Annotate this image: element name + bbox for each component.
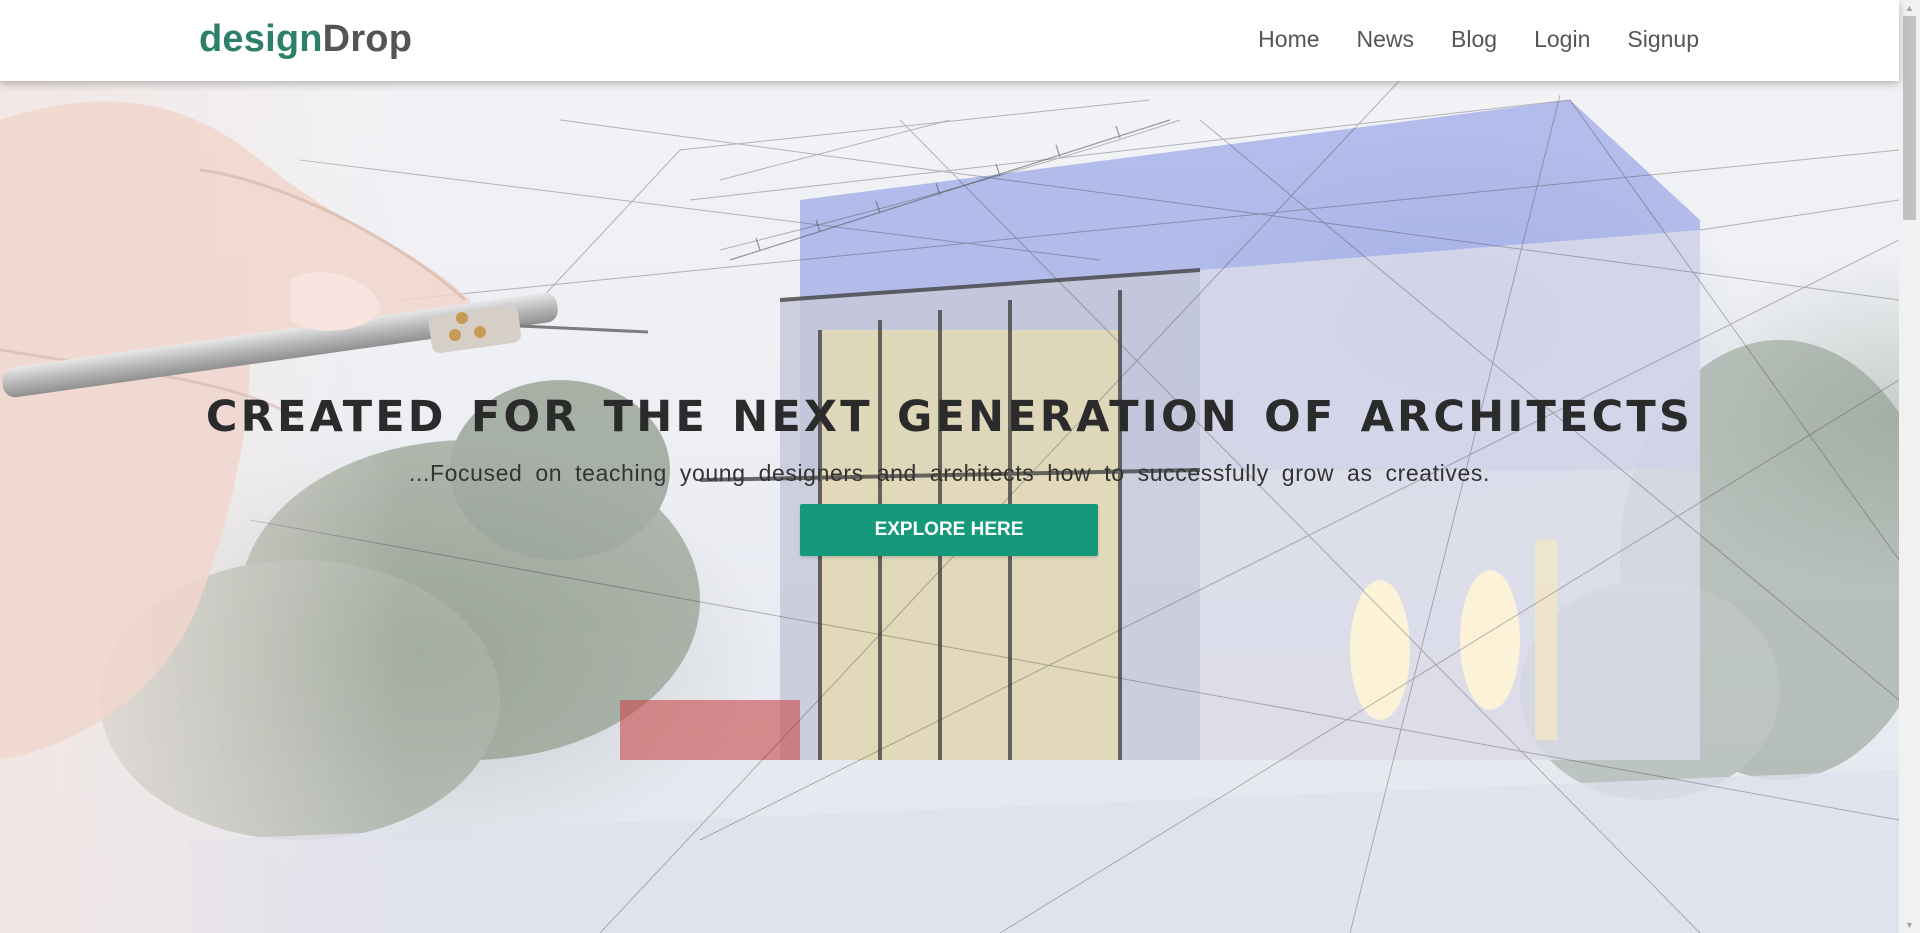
nav-link-login[interactable]: Login [1534, 26, 1590, 53]
top-navbar: designDrop Home News Blog Login Signup [0, 0, 1899, 81]
nav-link-home[interactable]: Home [1258, 26, 1319, 53]
scroll-up-icon[interactable]: ▲ [1899, 0, 1920, 16]
nav-menu: Home News Blog Login Signup [1258, 26, 1699, 53]
scrollbar-thumb[interactable] [1903, 16, 1916, 220]
brand-logo-part2: Drop [322, 18, 413, 60]
page-scrollbar[interactable]: ▲ ▼ [1899, 0, 1920, 933]
explore-button[interactable]: EXPLORE HERE [800, 504, 1098, 556]
nav-link-blog[interactable]: Blog [1451, 26, 1497, 53]
hero-headline: CREATED FOR THE NEXT GENERATION OF ARCHI… [205, 392, 1694, 442]
nav-link-news[interactable]: News [1357, 26, 1415, 53]
nav-link-signup[interactable]: Signup [1627, 26, 1699, 53]
brand-logo[interactable]: designDrop [199, 18, 412, 61]
brand-logo-part1: design [199, 18, 323, 60]
scroll-down-icon[interactable]: ▼ [1899, 917, 1920, 933]
hero-subheadline: ...Focused on teaching young designers a… [409, 460, 1490, 486]
